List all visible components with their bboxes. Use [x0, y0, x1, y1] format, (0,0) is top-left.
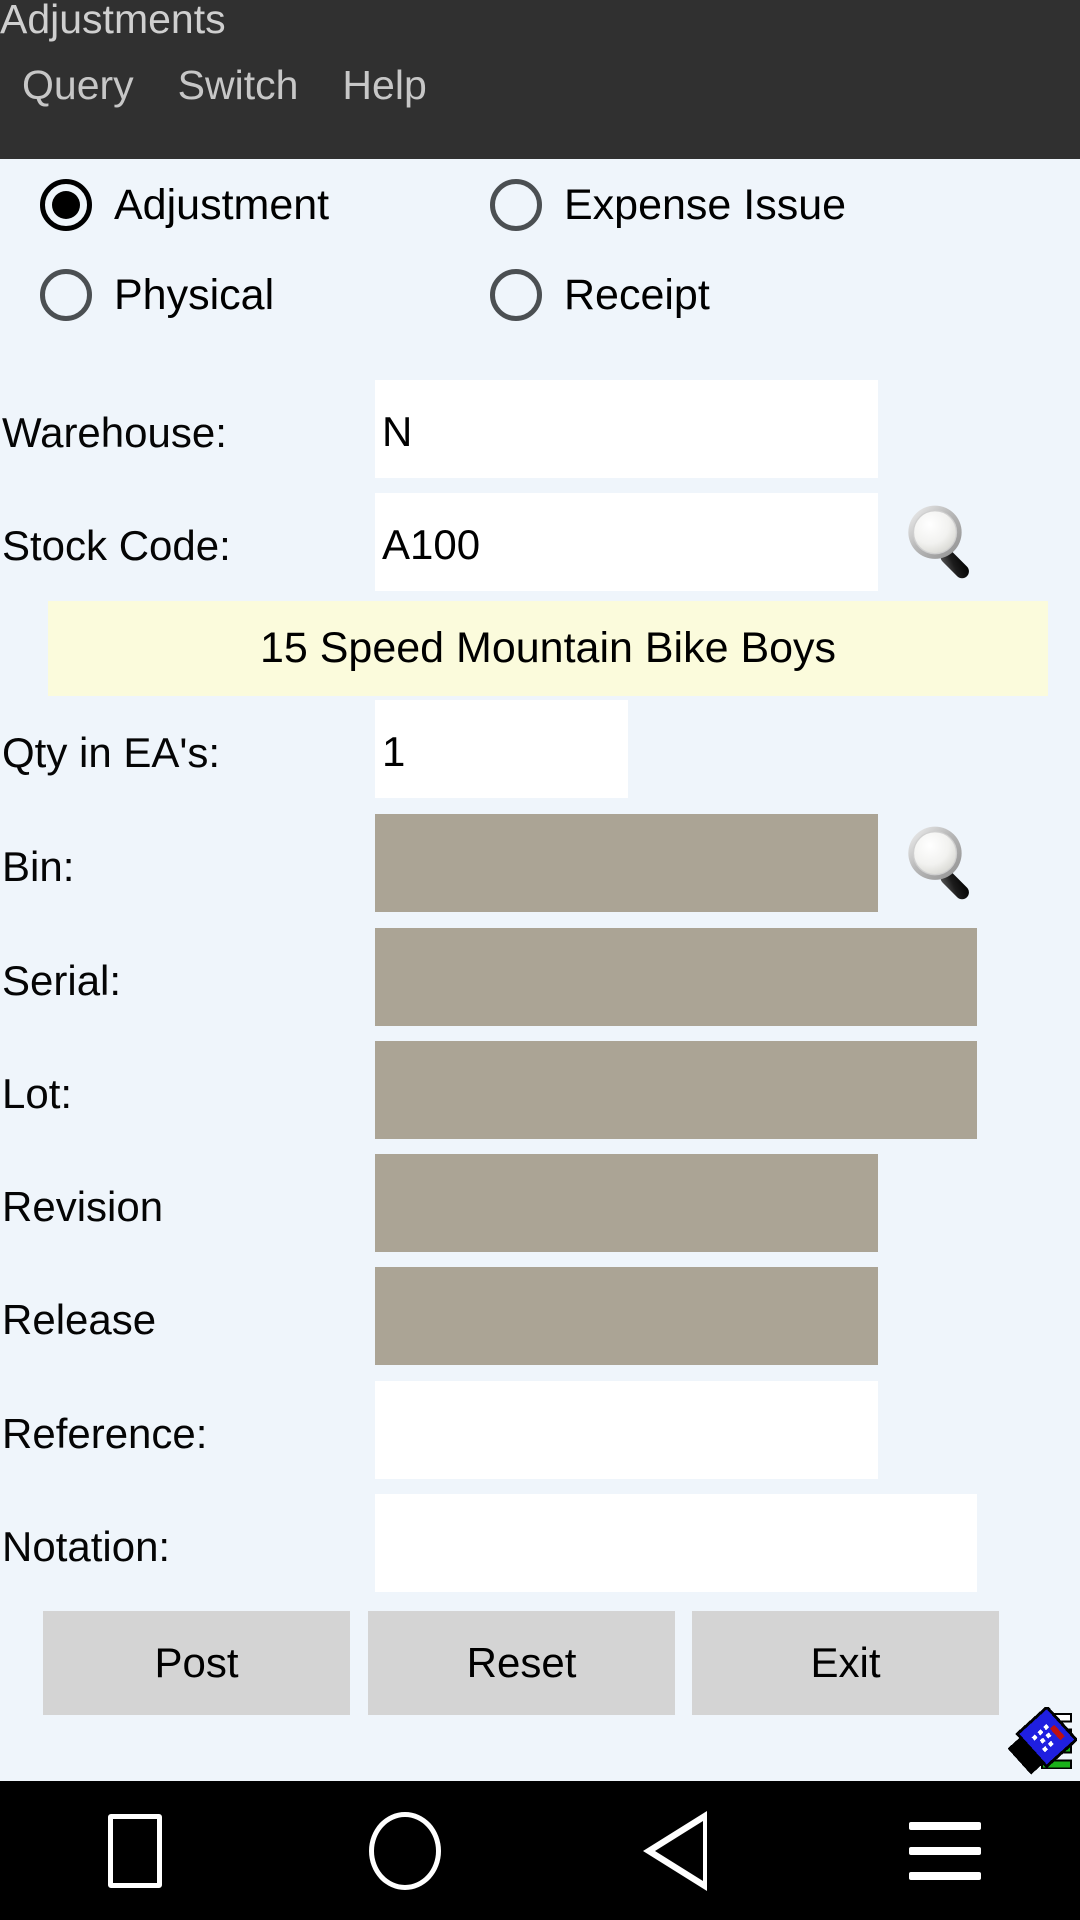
radio-circle-icon	[40, 179, 92, 231]
android-navigation-bar	[0, 1781, 1080, 1920]
stock-description-text: 15 Speed Mountain Bike Boys	[259, 624, 837, 672]
qty-label: Qty in EA's:	[2, 729, 221, 776]
lot-input[interactable]	[375, 1041, 977, 1139]
nav-home-button[interactable]	[270, 1781, 540, 1920]
warehouse-label: Warehouse:	[2, 409, 227, 456]
warehouse-input[interactable]	[375, 380, 878, 478]
notation-input[interactable]	[375, 1494, 977, 1592]
transaction-type-row-1: Adjustment Expense Issue	[0, 161, 1080, 249]
home-circle-icon	[369, 1811, 441, 1890]
recents-square-icon	[108, 1813, 162, 1888]
transaction-type-row-2: Physical Receipt	[0, 251, 1080, 339]
radio-circle-icon	[490, 269, 542, 321]
stock-code-label: Stock Code:	[2, 522, 231, 569]
back-triangle-icon	[643, 1810, 707, 1891]
menu-item-query[interactable]: Query	[0, 62, 156, 109]
revision-label: Revision	[2, 1183, 164, 1230]
radio-physical-label: Physical	[114, 270, 275, 319]
radio-physical[interactable]: Physical	[40, 251, 274, 339]
menu-item-switch[interactable]: Switch	[156, 62, 321, 109]
radio-adjustment-label: Adjustment	[114, 180, 330, 229]
release-input[interactable]	[375, 1267, 878, 1365]
radio-receipt-label: Receipt	[564, 270, 710, 319]
menu-bar: Query Switch Help	[0, 62, 449, 109]
serial-label: Serial:	[2, 957, 122, 1004]
release-label: Release	[2, 1296, 157, 1343]
menu-item-help[interactable]: Help	[320, 62, 448, 109]
page-title: Adjustments	[0, 0, 226, 42]
stock-code-input[interactable]	[375, 493, 878, 591]
nav-menu-button[interactable]	[810, 1781, 1080, 1920]
bin-input[interactable]	[375, 814, 878, 912]
stock-description-strip: 15 Speed Mountain Bike Boys	[48, 601, 1048, 696]
bin-lookup-magnifier-icon[interactable]	[898, 818, 984, 904]
title-bar: Adjustments Query Switch Help	[0, 0, 1080, 159]
reference-label: Reference:	[2, 1410, 208, 1457]
action-button-bar: Post Reset Exit	[0, 1611, 1080, 1715]
reset-button[interactable]: Reset	[368, 1611, 675, 1715]
radio-expense-issue-label: Expense Issue	[564, 180, 847, 229]
reference-input[interactable]	[375, 1381, 878, 1479]
radio-circle-icon	[40, 269, 92, 321]
nav-back-button[interactable]	[540, 1781, 810, 1920]
radio-circle-icon	[490, 179, 542, 231]
barcode-scanner-icon[interactable]	[1005, 1705, 1079, 1777]
lot-label: Lot:	[2, 1070, 73, 1117]
hamburger-menu-icon	[909, 1805, 981, 1897]
serial-input[interactable]	[375, 928, 977, 1026]
radio-adjustment[interactable]: Adjustment	[40, 161, 329, 249]
qty-input[interactable]	[375, 700, 628, 798]
notation-label: Notation:	[2, 1523, 171, 1570]
revision-input[interactable]	[375, 1154, 878, 1252]
stock-code-lookup-magnifier-icon[interactable]	[898, 497, 984, 583]
nav-recents-button[interactable]	[0, 1781, 270, 1920]
post-button[interactable]: Post	[43, 1611, 350, 1715]
radio-expense-issue[interactable]: Expense Issue	[490, 161, 846, 249]
app-screen: Adjustments Query Switch Help Adjustment…	[0, 0, 1080, 1920]
bin-label: Bin:	[2, 843, 75, 890]
exit-button[interactable]: Exit	[692, 1611, 999, 1715]
radio-receipt[interactable]: Receipt	[490, 251, 710, 339]
